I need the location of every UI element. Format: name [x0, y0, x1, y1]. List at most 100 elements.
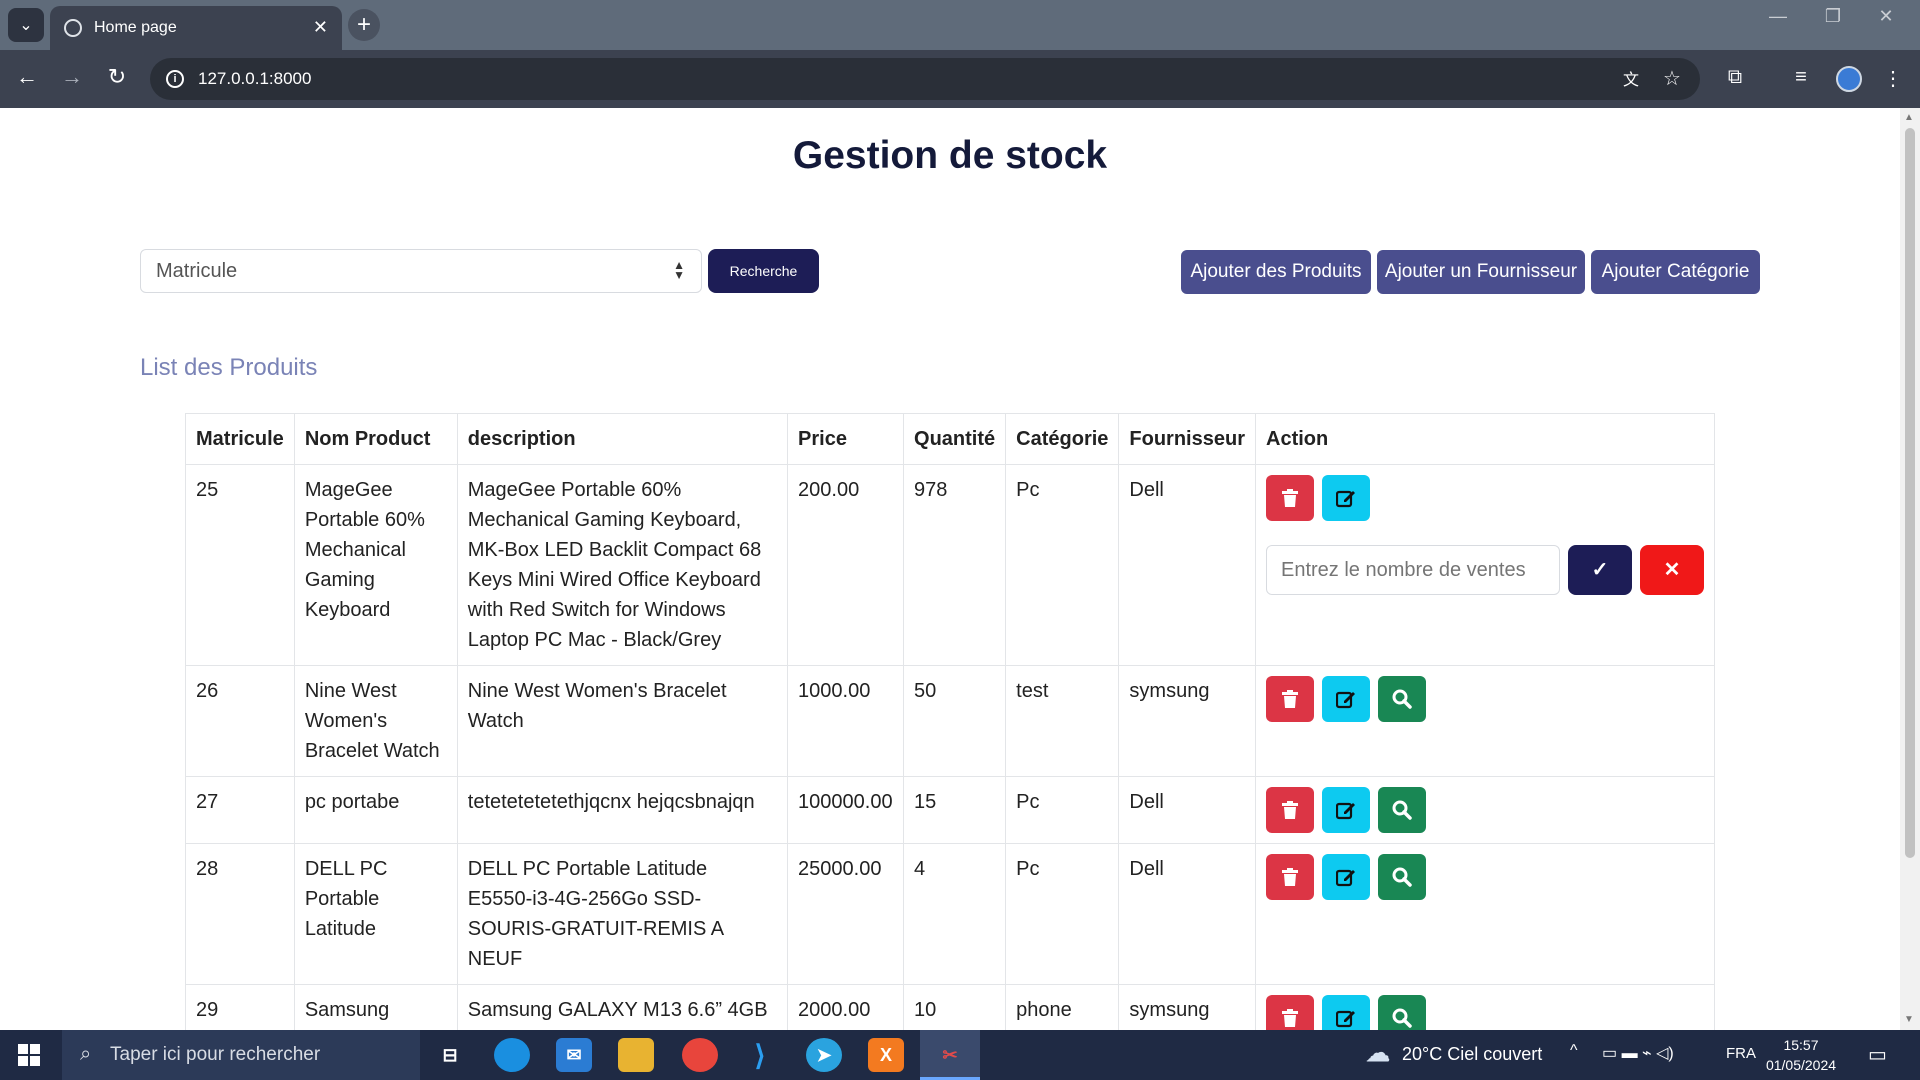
- minimize-icon[interactable]: —: [1758, 6, 1798, 27]
- address-bar[interactable]: i 127.0.0.1:8000: [150, 58, 1700, 100]
- cell-category: Pc: [1005, 464, 1120, 666]
- tray-chevron-icon[interactable]: ^: [1570, 1042, 1578, 1060]
- cancel-sale-button[interactable]: ✕: [1640, 545, 1704, 595]
- table-header-row: Matricule Nom Product description Price …: [185, 413, 1715, 465]
- file-explorer-icon[interactable]: [618, 1038, 654, 1072]
- cell-description: MageGee Portable 60% Mechanical Gaming K…: [456, 464, 789, 666]
- delete-button[interactable]: [1266, 787, 1314, 833]
- page-scrollbar[interactable]: ▲ ▼: [1900, 108, 1920, 1030]
- zoom-icon: [1392, 689, 1412, 709]
- taskbar-search[interactable]: ⌕ Taper ici pour rechercher: [62, 1030, 420, 1080]
- edit-button[interactable]: [1322, 676, 1370, 722]
- chrome-icon[interactable]: [682, 1038, 718, 1072]
- back-icon[interactable]: ←: [12, 64, 42, 90]
- cell-category: phone: [1005, 984, 1120, 1030]
- search-button[interactable]: Recherche: [708, 249, 819, 293]
- xampp-icon[interactable]: X: [868, 1038, 904, 1072]
- page-title: Gestion de stock: [792, 134, 1108, 177]
- weather-text[interactable]: 20°C Ciel couvert: [1402, 1044, 1542, 1065]
- cell-quantity: 15: [903, 776, 1007, 844]
- cell-name: MageGee Portable 60% Mechanical Gaming K…: [293, 464, 458, 666]
- view-button[interactable]: [1378, 854, 1426, 900]
- new-tab-button[interactable]: +: [348, 9, 380, 41]
- taskbar: ⌕ Taper ici pour rechercher ⊟ ✉ ⟩ ➤ X ✂ …: [0, 1030, 1920, 1080]
- cell-description: Samsung GALAXY M13 6.6” 4GB 128GB Orange…: [456, 984, 789, 1030]
- col-price: Price: [787, 413, 905, 465]
- cell-name: DELL PC Portable Latitude: [293, 843, 458, 985]
- cell-supplier: Dell: [1118, 464, 1256, 666]
- cell-quantity: 4: [903, 843, 1007, 985]
- search-field-select[interactable]: Matricule ▲ ▼: [140, 249, 702, 293]
- browser-tab[interactable]: Home page ✕: [50, 6, 342, 50]
- tab-search-button[interactable]: ⌄: [8, 8, 44, 42]
- col-supplier: Fournisseur: [1118, 413, 1256, 465]
- cell-category: Pc: [1005, 843, 1120, 985]
- cell-price: 2000.00: [787, 984, 905, 1030]
- restore-icon[interactable]: ❐: [1813, 6, 1853, 27]
- edge-icon[interactable]: [494, 1038, 530, 1072]
- cell-supplier: Dell: [1118, 843, 1256, 985]
- media-control-icon[interactable]: ≡: [1786, 66, 1816, 89]
- weather-icon[interactable]: ☁: [1360, 1036, 1396, 1070]
- close-window-icon[interactable]: ✕: [1866, 6, 1906, 27]
- vscode-icon[interactable]: ⟩: [742, 1038, 778, 1072]
- sales-count-input[interactable]: [1266, 545, 1560, 595]
- extensions-icon[interactable]: ⧉: [1720, 66, 1750, 89]
- scroll-down-arrow-icon[interactable]: ▼: [1904, 1014, 1914, 1025]
- system-clock[interactable]: 15:57 01/05/2024: [1760, 1035, 1842, 1075]
- delete-button[interactable]: [1266, 995, 1314, 1030]
- profile-avatar[interactable]: [1836, 66, 1862, 92]
- taskbar-search-placeholder: Taper ici pour rechercher: [110, 1044, 321, 1065]
- notification-icon[interactable]: ▭: [1868, 1042, 1887, 1067]
- language-indicator[interactable]: FRA: [1726, 1045, 1756, 1062]
- scrollbar-thumb[interactable]: [1905, 128, 1915, 858]
- add-category-button[interactable]: Ajouter Catégorie: [1591, 250, 1760, 294]
- cell-actions: [1255, 776, 1715, 844]
- zoom-icon: [1392, 867, 1412, 887]
- edit-button[interactable]: [1322, 787, 1370, 833]
- cell-name: pc portabe: [293, 776, 458, 844]
- delete-button[interactable]: [1266, 475, 1314, 521]
- tray-network-icons[interactable]: ▭ ▬ ⌁ ◁): [1602, 1043, 1674, 1063]
- mail-icon[interactable]: ✉: [556, 1038, 592, 1072]
- delete-button[interactable]: [1266, 854, 1314, 900]
- cell-actions: [1255, 665, 1715, 777]
- table-row: 27 pc portabe tetetetetetethjqcnx hejqcs…: [185, 776, 1715, 844]
- browser-menu-icon[interactable]: ⋮: [1878, 66, 1908, 91]
- windows-start-icon[interactable]: [18, 1044, 40, 1066]
- site-info-icon[interactable]: i: [166, 70, 184, 88]
- view-button[interactable]: [1378, 676, 1426, 722]
- translate-icon[interactable]: 文: [1616, 66, 1646, 90]
- scroll-up-arrow-icon[interactable]: ▲: [1904, 112, 1914, 123]
- view-button[interactable]: [1378, 995, 1426, 1030]
- edit-icon: [1336, 802, 1355, 820]
- col-action: Action: [1255, 413, 1715, 465]
- bookmark-star-icon[interactable]: ☆: [1657, 66, 1687, 91]
- edit-button[interactable]: [1322, 995, 1370, 1030]
- search-icon: ⌕: [80, 1043, 92, 1065]
- cell-quantity: 978: [903, 464, 1007, 666]
- edit-button[interactable]: [1322, 475, 1370, 521]
- cell-matricule: 28: [185, 843, 295, 985]
- view-button[interactable]: [1378, 787, 1426, 833]
- add-supplier-button[interactable]: Ajouter un Fournisseur: [1377, 250, 1585, 294]
- cell-price: 25000.00: [787, 843, 905, 985]
- add-products-button[interactable]: Ajouter des Produits: [1181, 250, 1371, 294]
- select-value: Matricule: [156, 260, 238, 282]
- reload-icon[interactable]: ↻: [102, 64, 132, 90]
- cell-supplier: Dell: [1118, 776, 1256, 844]
- globe-icon: [64, 19, 82, 37]
- trash-icon: [1282, 801, 1298, 819]
- delete-button[interactable]: [1266, 676, 1314, 722]
- edit-button[interactable]: [1322, 854, 1370, 900]
- cell-quantity: 50: [903, 665, 1007, 777]
- cell-description: DELL PC Portable Latitude E5550-i3-4G-25…: [456, 843, 789, 985]
- forward-icon[interactable]: →: [57, 64, 87, 90]
- close-tab-icon[interactable]: ✕: [313, 17, 328, 38]
- cell-price: 200.00: [787, 464, 905, 666]
- task-view-icon[interactable]: ⊟: [432, 1038, 468, 1072]
- snipping-tool-icon[interactable]: ✂: [932, 1038, 968, 1072]
- cell-actions: [1255, 843, 1715, 985]
- telegram-icon[interactable]: ➤: [806, 1038, 842, 1072]
- confirm-sale-button[interactable]: ✓: [1568, 545, 1632, 595]
